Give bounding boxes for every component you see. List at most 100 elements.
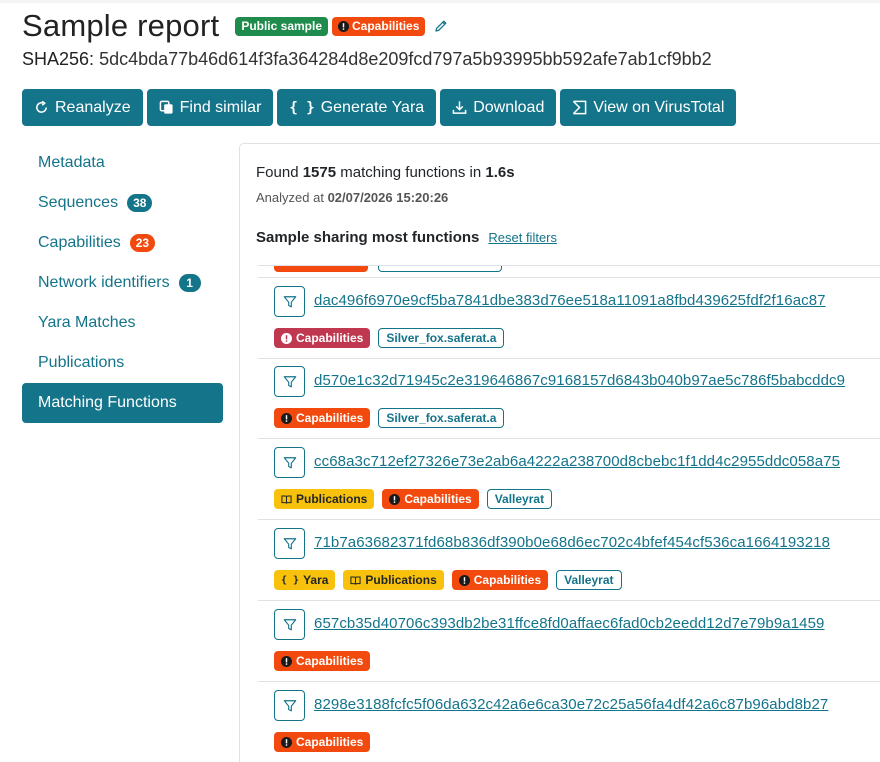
sample-hash-link[interactable]: 8298e3188fcfc5f06da632c42a6e6ca30e72c25a… (314, 696, 828, 713)
list-item: 71b7a63682371fd68b836df390b0e68d6ec702c4… (258, 520, 880, 601)
tag-label: Capabilities (296, 654, 364, 668)
refresh-icon (36, 100, 47, 113)
reanalyze-button[interactable]: Reanalyze (22, 89, 143, 126)
sidebar-item-label: Metadata (38, 154, 105, 171)
analyzed-at: Analyzed at 02/07/2026 15:20:26 (256, 190, 448, 205)
family-tag[interactable]: Valleyrat (486, 489, 553, 509)
sidebar-item-capabilities[interactable]: Capabilities 23 (22, 223, 223, 263)
tag-label: Publications (365, 573, 437, 587)
yara-tag[interactable]: { } Yara (274, 570, 336, 590)
found-time: 1.6s (485, 164, 515, 181)
sample-hash-link[interactable]: 71b7a63682371fd68b836df390b0e68d6ec702c4… (314, 534, 830, 551)
reset-filters-link[interactable]: Reset filters (488, 230, 557, 245)
sidebar-item-label: Yara Matches (38, 314, 136, 331)
sample-hash-link[interactable]: 657cb35d40706c393db2be31ffce8fd0affaec6f… (314, 615, 825, 632)
tag-label: Yara (303, 573, 329, 587)
filter-button[interactable] (274, 690, 305, 721)
filter-icon (283, 699, 296, 711)
capabilities-tag[interactable]: Capabilities (274, 328, 371, 348)
alert-icon (338, 20, 350, 32)
filter-button[interactable] (274, 366, 305, 397)
sidebar-item-label: Publications (38, 354, 125, 371)
capabilities-tag[interactable]: Capabilities (382, 489, 479, 509)
generate-yara-button[interactable]: { } Generate Yara (277, 89, 437, 126)
sidebar-item-label: Matching Functions (38, 394, 177, 411)
filter-button[interactable] (274, 447, 305, 478)
list-item-clipped (258, 266, 880, 278)
find-similar-label: Find similar (179, 98, 262, 116)
reanalyze-label: Reanalyze (55, 98, 131, 116)
filter-icon (283, 456, 296, 468)
download-button[interactable]: Download (440, 89, 557, 126)
filter-icon (283, 295, 296, 307)
book-icon (281, 495, 292, 504)
alert-icon (389, 493, 401, 505)
sidebar-item-network-identifiers[interactable]: Network identifiers 1 (22, 263, 223, 303)
sidebar-item-label: Sequences (38, 194, 119, 211)
edit-pencil-icon[interactable] (433, 18, 449, 34)
sidebar-item-yara-matches[interactable]: Yara Matches (22, 303, 223, 343)
sharing-title: Sample sharing most functions (256, 229, 480, 246)
publications-tag[interactable]: Publications (274, 489, 375, 509)
copy-icon (159, 100, 173, 114)
sha256-label: SHA256: (22, 49, 95, 69)
generate-yara-label: Generate Yara (320, 98, 425, 116)
capabilities-tag[interactable]: Capabilities (274, 651, 371, 671)
download-icon (452, 101, 467, 114)
virustotal-label: View on VirusTotal (593, 98, 725, 116)
public-sample-badge: Public sample (235, 16, 329, 36)
download-label: Download (473, 98, 545, 116)
filter-icon (283, 375, 296, 387)
sidebar-item-sequences[interactable]: Sequences 38 (22, 183, 223, 223)
sidebar-item-matching-functions[interactable]: Matching Functions (22, 383, 223, 423)
list-item: 657cb35d40706c393db2be31ffce8fd0affaec6f… (258, 601, 880, 682)
braces-icon: { } (281, 574, 300, 586)
matching-functions-panel: Found 1575 matching functions in 1.6s An… (239, 143, 880, 762)
list-item: dac496f6970e9cf5ba7841dbe383d76ee518a110… (258, 278, 880, 359)
filter-button[interactable] (274, 528, 305, 559)
alert-icon (281, 412, 292, 424)
sidebar-item-publications[interactable]: Publications (22, 343, 223, 383)
tag-label: Capabilities (296, 411, 364, 425)
found-mid: matching functions in (340, 164, 482, 181)
sha256-row: SHA256: 5dc4bda77b46d614f3fa364284d8e209… (22, 49, 872, 70)
alert-icon (281, 736, 292, 748)
virustotal-icon (573, 100, 587, 115)
family-tag[interactable]: Valleyrat (556, 570, 622, 590)
capabilities-badge-label: Capabilities (352, 19, 420, 33)
family-tag[interactable]: Silver_fox.saferat.a (378, 408, 505, 428)
found-prefix: Found (256, 164, 299, 181)
alert-icon (281, 332, 292, 344)
capabilities-tag[interactable]: Capabilities (451, 570, 549, 590)
found-summary: Found 1575 matching functions in 1.6s (256, 164, 515, 181)
sidebar-item-label: Capabilities (38, 234, 121, 251)
list-item: 8298e3188fcfc5f06da632c42a6e6ca30e72c25a… (258, 682, 880, 762)
found-count: 1575 (302, 164, 337, 181)
report-header: Sample report Public sample Capabilities… (22, 8, 872, 70)
publications-tag[interactable]: Publications (343, 570, 444, 590)
clipped-tag (378, 266, 502, 272)
clipped-tag (274, 266, 368, 272)
list-item: d570e1c32d71945c2e319646867c9168157d6843… (258, 358, 880, 439)
filter-button[interactable] (274, 286, 305, 317)
sha256-value: 5dc4bda77b46d614f3fa364284d8e209fcd797a5… (99, 49, 712, 69)
tag-label: Publications (296, 492, 368, 506)
virustotal-button[interactable]: View on VirusTotal (560, 89, 737, 126)
tag-label: Capabilities (404, 492, 472, 506)
filter-icon (283, 618, 296, 630)
page-title: Sample report (22, 8, 220, 43)
filter-button[interactable] (274, 609, 305, 640)
sample-hash-link[interactable]: dac496f6970e9cf5ba7841dbe383d76ee518a110… (314, 292, 826, 309)
sidebar-item-metadata[interactable]: Metadata (22, 143, 223, 183)
sidebar-nav: Metadata Sequences 38 Capabilities 23 Ne… (22, 143, 223, 423)
tag-label: Capabilities (296, 735, 364, 749)
braces-icon: { } (289, 99, 315, 116)
sample-hash-link[interactable]: cc68a3c712ef27326e73e2ab6a4222a238700d8c… (314, 453, 840, 470)
find-similar-button[interactable]: Find similar (146, 89, 274, 126)
alert-icon (458, 574, 470, 586)
family-tag[interactable]: Silver_fox.saferat.a (378, 328, 505, 348)
capabilities-tag[interactable]: Capabilities (274, 408, 371, 428)
sample-hash-link[interactable]: d570e1c32d71945c2e319646867c9168157d6843… (314, 372, 845, 389)
capabilities-count-badge: 23 (129, 234, 156, 252)
capabilities-tag[interactable]: Capabilities (274, 732, 371, 752)
